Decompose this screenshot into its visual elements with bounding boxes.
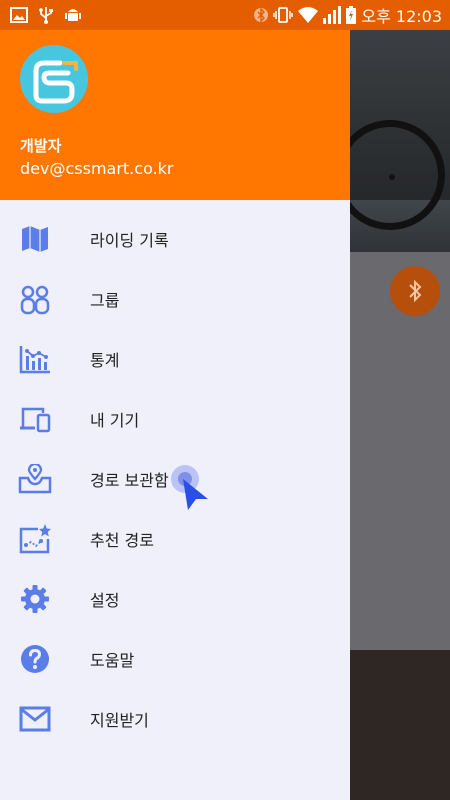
bicycle-wheel <box>335 120 445 230</box>
bluetooth-icon <box>409 279 422 303</box>
menu-item-riding-record[interactable]: 라이딩 기록 <box>0 209 350 269</box>
menu-item-help[interactable]: 도움말 <box>0 629 350 689</box>
menu-item-label: 설정 <box>90 591 120 610</box>
recommended-route-icon <box>18 522 52 556</box>
mail-icon <box>18 702 52 736</box>
navigation-drawer: 개발자 dev@cssmart.co.kr 라이딩 기록 그룹 통계 내 기기 … <box>0 30 350 800</box>
android-debug-icon <box>65 9 81 21</box>
devices-icon <box>18 402 52 436</box>
cursor-pointer-icon <box>183 479 208 510</box>
menu-item-label: 라이딩 기록 <box>90 231 169 250</box>
menu-item-label: 경로 보관함 <box>90 471 169 490</box>
menu-item-my-devices[interactable]: 내 기기 <box>0 389 350 449</box>
avatar[interactable] <box>20 45 88 113</box>
group-icon <box>18 282 52 316</box>
menu-item-settings[interactable]: 설정 <box>0 569 350 629</box>
gear-icon <box>18 582 52 616</box>
status-time: 오후 12:03 <box>361 7 442 26</box>
drawer-header: 개발자 dev@cssmart.co.kr <box>0 30 350 200</box>
route-inbox-icon <box>18 462 52 496</box>
menu-item-group[interactable]: 그룹 <box>0 269 350 329</box>
bluetooth-button[interactable] <box>390 266 440 316</box>
user-name: 개발자 <box>20 137 62 155</box>
menu-item-label: 통계 <box>90 351 120 370</box>
menu-item-label: 도움말 <box>90 651 135 670</box>
image-icon <box>10 7 28 23</box>
battery-charging-icon <box>346 6 357 24</box>
menu-item-label: 내 기기 <box>90 411 140 430</box>
menu-item-recommended-route[interactable]: 추천 경로 <box>0 509 350 569</box>
vibrate-icon <box>273 7 294 23</box>
signal-icon <box>323 6 342 24</box>
menu-item-statistics[interactable]: 통계 <box>0 329 350 389</box>
wifi-icon <box>298 7 319 23</box>
map-icon <box>18 222 52 256</box>
bluetooth-icon <box>254 7 269 23</box>
usb-icon <box>39 7 53 24</box>
user-email: dev@cssmart.co.kr <box>20 159 174 178</box>
status-bar: 오후 12:03 <box>0 0 450 30</box>
cs-logo-icon <box>33 60 78 104</box>
chart-icon <box>18 342 52 376</box>
menu-item-support[interactable]: 지원받기 <box>0 689 350 749</box>
menu-item-label: 그룹 <box>90 291 120 310</box>
menu-item-label: 추천 경로 <box>90 531 154 550</box>
menu-item-label: 지원받기 <box>90 711 149 730</box>
help-icon <box>18 642 52 676</box>
